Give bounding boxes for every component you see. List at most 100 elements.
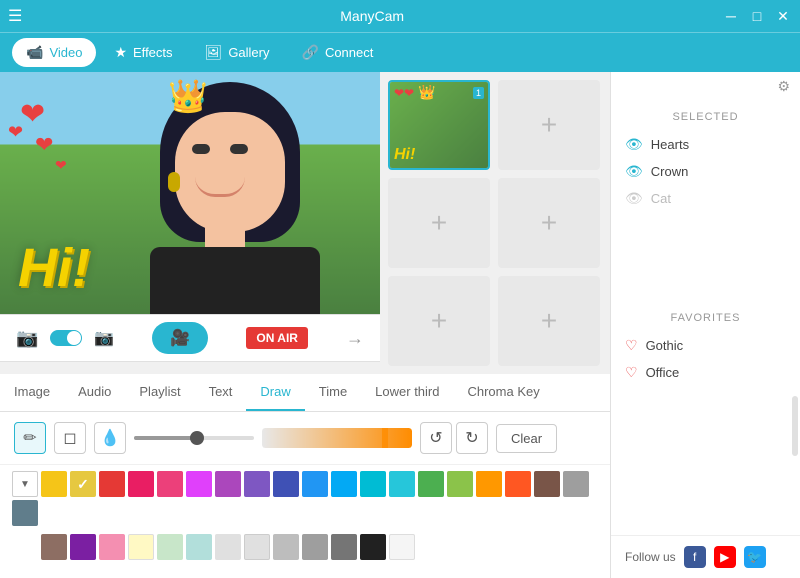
- video-preview: 👑 ❤ ❤ ❤ ❤ Hi!: [0, 72, 380, 314]
- tab-audio[interactable]: Audio: [64, 374, 125, 411]
- color-red[interactable]: [99, 471, 125, 497]
- color-lightpink[interactable]: [99, 534, 125, 560]
- thumbnail-4[interactable]: +: [498, 178, 600, 268]
- color-violet[interactable]: [244, 471, 270, 497]
- window-controls: ─ □ ✕: [722, 8, 792, 25]
- camera-toggle[interactable]: [50, 330, 82, 346]
- tabs-bar: Image Audio Playlist Text Draw Time Lowe…: [0, 374, 610, 412]
- color-cyan[interactable]: [360, 471, 386, 497]
- color-verylightgrey[interactable]: [215, 534, 241, 560]
- color-yellow[interactable]: [41, 471, 67, 497]
- effects-nav-icon: ★: [114, 44, 127, 61]
- color-brown[interactable]: [534, 471, 560, 497]
- hearts-label: Hearts: [651, 137, 689, 152]
- nav-connect[interactable]: 🔗 Connect: [288, 38, 388, 67]
- record-button[interactable]: 🎥: [152, 322, 208, 354]
- color-pink[interactable]: [128, 471, 154, 497]
- tab-chroma-key[interactable]: Chroma Key: [453, 374, 553, 411]
- crown-effect: 👑: [168, 77, 208, 115]
- favorites-office[interactable]: ♡ Office: [625, 359, 786, 386]
- color-green[interactable]: [418, 471, 444, 497]
- color-palette-row2: [0, 532, 610, 566]
- next-arrow[interactable]: →: [346, 328, 364, 349]
- on-air-badge: ON AIR: [246, 327, 308, 349]
- selected-cat[interactable]: 👁 Cat: [625, 185, 786, 212]
- color-grey[interactable]: [563, 471, 589, 497]
- hi-text: Hi!: [18, 237, 90, 299]
- title-bar: ☰ ManyCam ─ □ ✕: [0, 0, 800, 32]
- undo-button[interactable]: ↺: [420, 422, 452, 454]
- thumbnail-6[interactable]: +: [498, 276, 600, 366]
- color-lightyellow[interactable]: [128, 534, 154, 560]
- favorites-gothic[interactable]: ♡ Gothic: [625, 332, 786, 359]
- settings-icon[interactable]: ⚙: [777, 78, 790, 95]
- thumbnail-grid: ❤❤ 👑 1 Hi! + + + +: [380, 72, 608, 374]
- eraser-tool[interactable]: ◻: [54, 422, 86, 454]
- camera-on-icon[interactable]: 📷: [16, 328, 38, 349]
- color-dropdown[interactable]: ▼: [12, 471, 38, 497]
- color-black[interactable]: [360, 534, 386, 560]
- color-purple2[interactable]: [215, 471, 241, 497]
- selected-crown[interactable]: 👁 Crown: [625, 158, 786, 185]
- color-palegreen[interactable]: [157, 534, 183, 560]
- tab-image[interactable]: Image: [0, 374, 64, 411]
- gothic-label: Gothic: [646, 338, 684, 353]
- main-area: 👑 ❤ ❤ ❤ ❤ Hi! 📷 📷: [0, 72, 800, 578]
- close-button[interactable]: ✕: [774, 8, 792, 25]
- color-darkpurple[interactable]: [70, 534, 96, 560]
- color-yellow2[interactable]: ✓: [70, 471, 96, 497]
- color-grey2[interactable]: [302, 534, 328, 560]
- color-lightgrey2[interactable]: [244, 534, 270, 560]
- thumbnail-3[interactable]: +: [388, 178, 490, 268]
- color-lightgreen[interactable]: [447, 471, 473, 497]
- color-midgrey[interactable]: [273, 534, 299, 560]
- nav-video[interactable]: 📹 Video: [12, 38, 96, 67]
- nav-gallery-label: Gallery: [228, 45, 269, 60]
- thumbnail-2[interactable]: +: [498, 80, 600, 170]
- nav-gallery[interactable]: 🖼 Gallery: [191, 38, 284, 67]
- follow-us-bar: Follow us f ▶ 🐦: [611, 535, 800, 578]
- minimize-button[interactable]: ─: [722, 8, 740, 25]
- cat-eye-icon: 👁: [625, 190, 643, 207]
- color-darkgrey[interactable]: [331, 534, 357, 560]
- color-lightblue[interactable]: [331, 471, 357, 497]
- maximize-button[interactable]: □: [748, 8, 766, 25]
- snapshot-icon[interactable]: 📷: [94, 328, 114, 348]
- twitter-button[interactable]: 🐦: [744, 546, 766, 568]
- redo-button[interactable]: ↻: [456, 422, 488, 454]
- tab-playlist[interactable]: Playlist: [125, 374, 194, 411]
- color-blue[interactable]: [302, 471, 328, 497]
- nav-effects[interactable]: ★ Effects: [100, 38, 186, 67]
- tab-text[interactable]: Text: [195, 374, 247, 411]
- color-orange[interactable]: [476, 471, 502, 497]
- color-indigo[interactable]: [273, 471, 299, 497]
- fill-tool[interactable]: 💧: [94, 422, 126, 454]
- heart-2: ❤: [35, 132, 53, 158]
- pen-tool[interactable]: ✏: [14, 422, 46, 454]
- office-heart-icon: ♡: [625, 364, 638, 381]
- thumbnail-1[interactable]: ❤❤ 👑 1 Hi!: [388, 80, 490, 170]
- color-hotpink[interactable]: [157, 471, 183, 497]
- clear-button[interactable]: Clear: [496, 424, 557, 453]
- color-paleteal[interactable]: [186, 534, 212, 560]
- tab-time[interactable]: Time: [305, 374, 361, 411]
- color-white[interactable]: [389, 534, 415, 560]
- youtube-button[interactable]: ▶: [714, 546, 736, 568]
- thumbnail-5[interactable]: +: [388, 276, 490, 366]
- right-panel: ⚙ SELECTED 👁 Hearts 👁 Crown 👁 Cat FAVORI…: [610, 72, 800, 578]
- opacity-slider[interactable]: [262, 428, 412, 448]
- scrollbar[interactable]: [792, 396, 798, 456]
- selected-hearts[interactable]: 👁 Hearts: [625, 131, 786, 158]
- size-slider-container[interactable]: [134, 428, 254, 448]
- nav-bar: 📹 Video ★ Effects 🖼 Gallery 🔗 Connect: [0, 32, 800, 72]
- facebook-button[interactable]: f: [684, 546, 706, 568]
- color-brown2[interactable]: [41, 534, 67, 560]
- tab-draw[interactable]: Draw: [246, 374, 304, 411]
- color-deeporange[interactable]: [505, 471, 531, 497]
- tab-lower-third[interactable]: Lower third: [361, 374, 453, 411]
- color-bluegrey[interactable]: [12, 500, 38, 526]
- menu-icon[interactable]: ☰: [8, 6, 22, 26]
- color-purple1[interactable]: [186, 471, 212, 497]
- color-teal[interactable]: [389, 471, 415, 497]
- selected-section: SELECTED 👁 Hearts 👁 Crown 👁 Cat: [611, 101, 800, 222]
